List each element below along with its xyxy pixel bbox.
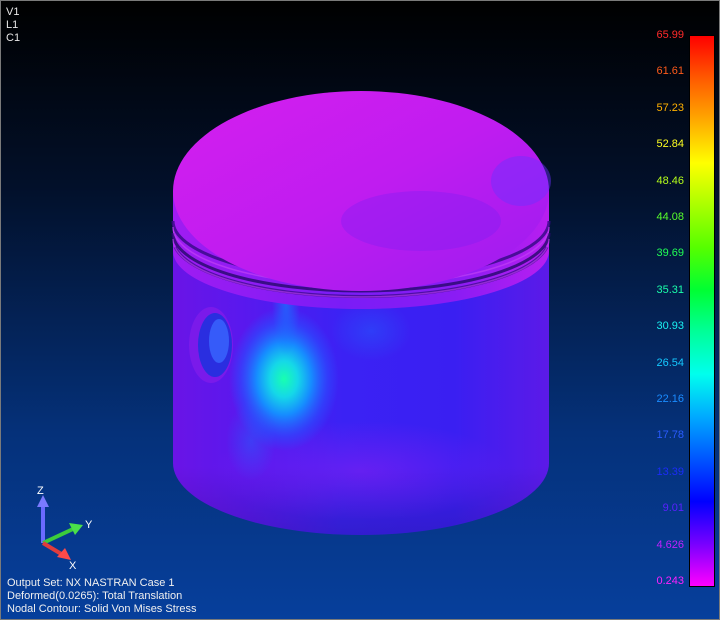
legend-color-bar — [689, 35, 715, 587]
legend-value-label: 35.31 — [656, 283, 684, 296]
legend-value-label: 48.46 — [656, 174, 684, 187]
legend-value-label: 13.39 — [656, 465, 684, 478]
legend-value-label: 4.626 — [656, 538, 684, 551]
legend-value-label: 26.54 — [656, 356, 684, 369]
output-set-text: Output Set: NX NASTRAN Case 1 — [7, 577, 175, 589]
legend-value-label: 52.84 — [656, 138, 684, 151]
legend-value-label: 17.78 — [656, 429, 684, 442]
output-info: Output Set: NX NASTRAN Case 1 Deformed(0… — [7, 577, 197, 616]
legend-value-label: 39.69 — [656, 247, 684, 260]
legend-value-label: 57.23 — [656, 101, 684, 114]
piston-crown — [173, 91, 549, 291]
graphics-viewport[interactable]: V1 L1 C1 65.99 61.61 57.23 52.84 48.46 4… — [0, 0, 720, 620]
axis-x-label: X — [69, 560, 77, 569]
contour-text: Nodal Contour: Solid Von Mises Stress — [7, 603, 197, 615]
axis-triad: Z Y X — [37, 485, 93, 569]
legend-value-label: 9.01 — [662, 502, 684, 515]
contour-legend: 65.99 61.61 57.23 52.84 48.46 44.08 39.69 35.31… — [601, 27, 719, 597]
legend-value-label: 44.08 — [656, 211, 684, 223]
legend-value-label: 0.243 — [656, 575, 684, 587]
legend-value-label: 61.61 — [656, 65, 684, 78]
legend-value-label: 65.99 — [656, 29, 684, 41]
axis-z-label: Z — [37, 485, 44, 497]
axis-y-label: Y — [85, 519, 93, 531]
legend-value-label: 30.93 — [656, 320, 684, 333]
legend-value-label: 22.16 — [656, 393, 684, 405]
deformed-text: Deformed(0.0265): Total Translation — [7, 590, 183, 602]
